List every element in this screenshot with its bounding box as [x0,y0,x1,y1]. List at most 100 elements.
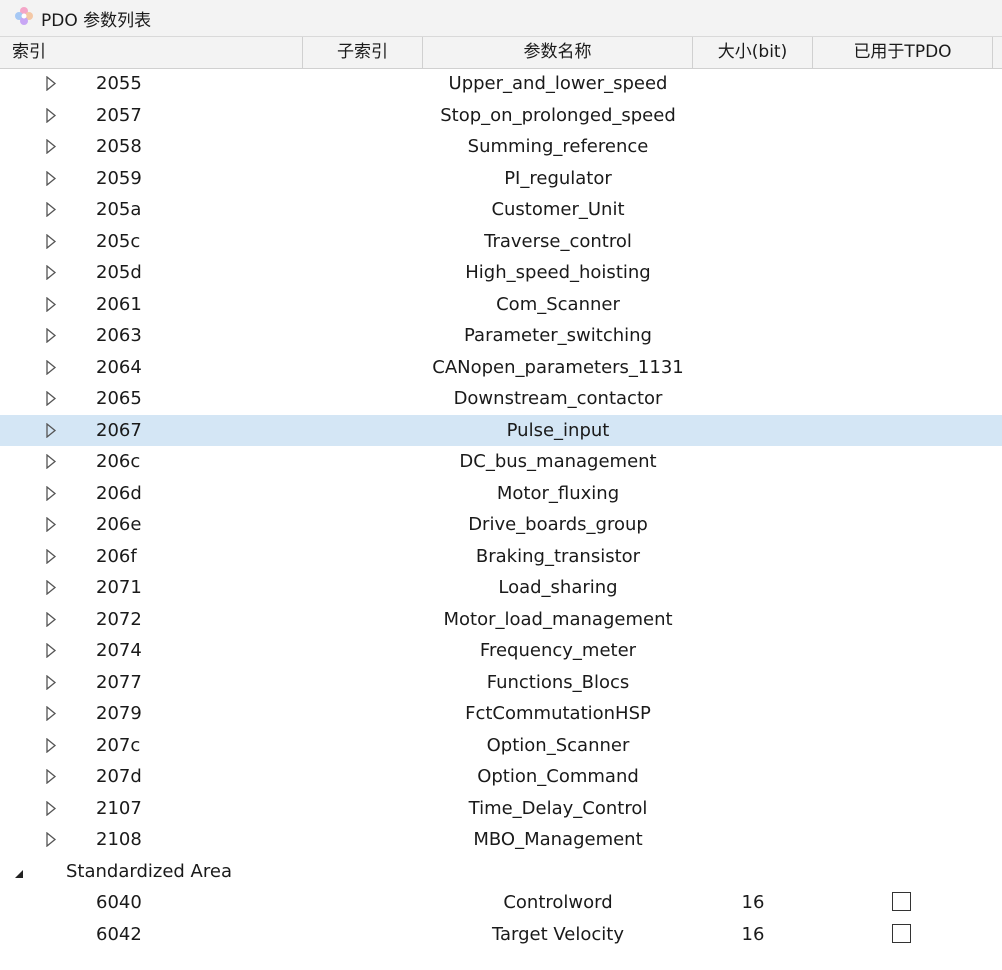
row-index: 2067 [96,419,142,441]
expand-arrow-icon[interactable] [44,202,58,217]
expand-arrow-icon[interactable] [44,422,58,438]
row-index: 2063 [96,325,142,346]
expand-arrow-icon[interactable] [44,76,58,91]
row-param-name: Target Velocity [491,923,625,945]
tree-row[interactable]: 207d Option_Command [0,761,1002,793]
tree-row[interactable]: 2108 MBO_Management [0,824,1002,856]
tree-row[interactable]: 2061 Com_Scanner [0,289,1002,321]
expand-arrow-icon[interactable] [44,674,58,690]
row-index: 2061 [96,293,142,315]
expand-arrow-icon[interactable] [44,769,58,784]
expand-arrow-icon[interactable] [44,580,58,595]
row-index: 2055 [96,73,142,94]
tree-row[interactable]: 6042 Target Velocity 16 [0,919,1002,951]
expand-arrow-icon[interactable] [44,737,58,753]
expand-arrow-icon[interactable] [44,517,58,532]
row-size: 16 [741,923,765,945]
pdo-param-tree: 2055 Upper_and_lower_speed 2057 Stop_on_pro… [0,68,1002,950]
tree-row[interactable]: 2055 Upper_and_lower_speed [0,68,1002,100]
tree-row[interactable]: 207c Option_Scanner [0,730,1002,762]
expand-arrow-icon[interactable] [44,800,58,816]
tree-row[interactable]: 6040 Controlword 16 [0,887,1002,919]
tree-row[interactable]: 2064 CANopen_parameters_1131 [0,352,1002,384]
title-bar: PDO 参数列表 [0,0,1002,37]
tree-row[interactable]: 206f Braking_transistor [0,541,1002,573]
row-param-name: MBO_Management [473,829,643,850]
expand-arrow-icon[interactable] [44,359,58,375]
tree-row[interactable]: 2067 Pulse_input [0,414,1002,446]
column-header-size[interactable]: 大小(bit) [693,37,813,68]
row-index: 207c [96,734,141,756]
tree-row[interactable]: 2077 Functions_Blocs [0,667,1002,699]
expand-arrow-icon[interactable] [44,643,58,658]
used-in-tpdo-checkbox[interactable] [892,923,911,943]
row-param-name: Controlword [503,892,613,913]
expand-arrow-icon[interactable] [44,170,58,186]
row-param-name: Time_Delay_Control [468,797,648,819]
row-param-name: DC_bus_management [459,451,657,472]
tree-row[interactable]: 205c Traverse_control [0,226,1002,258]
tree-row[interactable]: 2079 FctCommutationHSP [0,698,1002,730]
tree-row[interactable]: 2059 PI_regulator [0,163,1002,195]
row-index: 2072 [96,608,142,630]
expand-arrow-icon[interactable] [44,548,58,564]
row-index: 205d [96,262,142,283]
row-param-name: Drive_boards_group [468,514,648,535]
tree-row[interactable]: 206d Motor_fluxing [0,478,1002,510]
expand-arrow-icon[interactable] [44,611,58,627]
row-index: 2077 [96,671,142,693]
group-row-standardized-area[interactable]: Standardized Area [0,856,1002,888]
window-title: PDO 参数列表 [41,11,152,31]
row-index: 6042 [96,923,142,945]
row-param-name: Pulse_input [506,419,610,441]
tree-row[interactable]: 2057 Stop_on_prolonged_speed [0,100,1002,132]
tree-row[interactable]: 2065 Downstream_contactor [0,383,1002,415]
row-param-name: Traverse_control [484,230,632,252]
tree-row[interactable]: 2074 Frequency_meter [0,635,1002,667]
row-index: 2058 [96,136,142,157]
tree-row[interactable]: 2072 Motor_load_management [0,604,1002,636]
expand-arrow-icon[interactable] [44,107,58,123]
row-index: 2108 [96,829,142,850]
tree-row[interactable]: 206e Drive_boards_group [0,509,1002,541]
expand-arrow-icon[interactable] [44,454,58,469]
tree-row[interactable]: 2058 Summing_reference [0,131,1002,163]
column-header-used-in-tpdo[interactable]: 已用于TPDO [813,37,993,68]
row-param-name: Upper_and_lower_speed [448,73,668,94]
expand-arrow-icon[interactable] [44,706,58,721]
row-index: 2079 [96,703,142,724]
table-header: 索引 子索引 参数名称 大小(bit) 已用于TPDO [0,37,1002,69]
row-param-name: Frequency_meter [479,640,637,661]
row-index: 2065 [96,388,142,409]
row-param-name: Customer_Unit [491,199,625,220]
row-index: 205c [96,230,141,252]
column-header-param-name[interactable]: 参数名称 [423,37,693,68]
row-index: 6040 [96,892,142,913]
expand-arrow-icon[interactable] [44,265,58,280]
expand-arrow-icon[interactable] [44,233,58,249]
row-index: 2059 [96,167,142,189]
row-param-name: Option_Scanner [486,734,630,756]
row-index: 206d [96,482,142,504]
row-param-name: Load_sharing [498,577,618,598]
row-param-name: High_speed_hoisting [465,262,651,283]
tree-row[interactable]: 205d High_speed_hoisting [0,257,1002,289]
expand-arrow-icon[interactable] [44,832,58,847]
tree-row[interactable]: 206c DC_bus_management [0,446,1002,478]
tree-row[interactable]: 205a Customer_Unit [0,194,1002,226]
tree-row[interactable]: 2107 Time_Delay_Control [0,793,1002,825]
expand-arrow-icon[interactable] [44,296,58,312]
column-header-index[interactable]: 索引 [0,37,303,68]
expand-arrow-icon[interactable] [44,328,58,343]
tree-row[interactable]: 2071 Load_sharing [0,572,1002,604]
expand-arrow-icon[interactable] [44,139,58,154]
row-param-name: Option_Command [477,766,639,787]
used-in-tpdo-checkbox[interactable] [892,892,911,911]
row-param-name: CANopen_parameters_1131 [432,356,684,378]
expand-arrow-icon[interactable] [44,391,58,406]
column-header-subindex[interactable]: 子索引 [303,37,423,68]
expand-arrow-icon[interactable] [44,485,58,501]
collapse-arrow-icon[interactable] [12,866,26,881]
tree-row[interactable]: 2063 Parameter_switching [0,320,1002,352]
row-param-name: PI_regulator [504,167,612,189]
